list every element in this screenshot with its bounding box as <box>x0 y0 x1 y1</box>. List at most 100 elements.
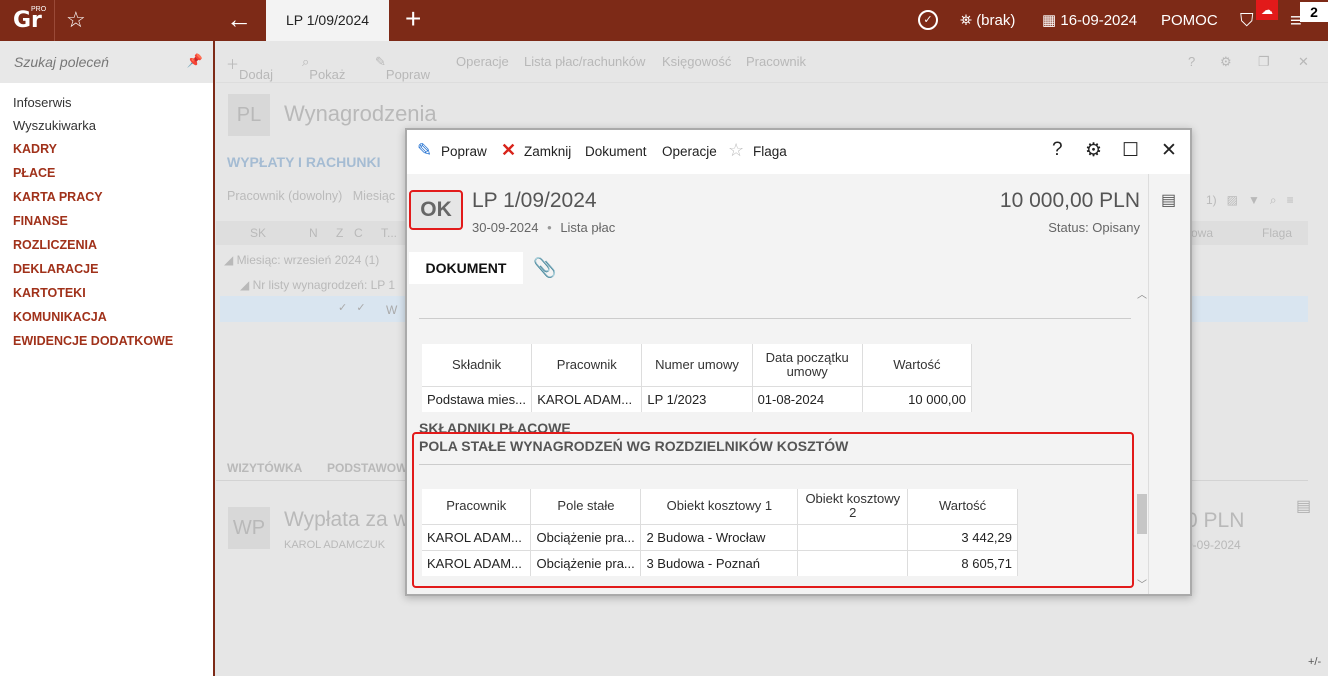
tab-wizytowka[interactable]: WIZYTÓWKA <box>227 461 302 475</box>
document-type: Lista płac <box>560 220 616 235</box>
check-icon: ✓ ✓ <box>338 302 366 314</box>
sidebar-item-finanse[interactable]: FINANSE <box>0 209 213 233</box>
payment-amount: 0 PLN <box>1186 509 1245 532</box>
cloud-off-icon[interactable]: ☁ <box>1256 0 1278 20</box>
user-icon: ⛯ <box>960 12 973 29</box>
show-button[interactable]: ⌕ Pokaż <box>302 54 345 82</box>
grid-settings-icons[interactable]: 1) ▨ ▼ ⌕ ≡ <box>1206 193 1294 208</box>
dialog-scrollbar[interactable]: ︿ ﹀ <box>1136 284 1148 594</box>
sidebar-item-karta-pracy[interactable]: KARTA PRACY <box>0 185 213 209</box>
col-z[interactable]: Z <box>336 226 343 240</box>
sidebar-item-wyszukiwarka[interactable]: Wyszukiwarka <box>0 114 213 137</box>
cell: 10 000,00 <box>862 385 973 412</box>
cell: Podstawa mies... <box>422 385 533 412</box>
section-title: WYPŁATY I RACHUNKI <box>227 154 381 170</box>
tab-podstawowe[interactable]: PODSTAWOW <box>327 461 407 475</box>
edit-button[interactable]: Popraw <box>441 144 487 159</box>
col-sk[interactable]: SK <box>250 226 266 240</box>
sidebar-item-kadry[interactable]: KADRY <box>0 137 213 161</box>
gear-icon[interactable]: ⚙ <box>1220 54 1232 70</box>
separator-dot: • <box>547 220 552 235</box>
scroll-down-icon[interactable]: ﹀ <box>1137 576 1147 591</box>
main-toolbar: ＋ Dodaj ⌕ Pokaż ✎ Popraw Operacje Lista … <box>216 41 1328 83</box>
filter-month[interactable]: Miesiąc <box>353 189 395 203</box>
table-row[interactable]: Podstawa mies... KAROL ADAM... LP 1/2023… <box>422 385 973 412</box>
document-number: LP 1/09/2024 <box>472 189 597 212</box>
scroll-up-icon[interactable]: ︿ <box>1137 286 1147 301</box>
employee-menu[interactable]: Pracownik <box>746 54 806 69</box>
command-search-input[interactable] <box>0 41 190 83</box>
logo-pro: PRO <box>31 6 47 13</box>
document-menu[interactable]: Dokument <box>585 144 647 159</box>
back-arrow-icon[interactable]: ← <box>226 4 252 35</box>
attachment-paperclip-icon[interactable]: 📎 <box>533 256 557 280</box>
favorites-star-icon[interactable]: ☆ <box>66 7 86 33</box>
comment-icon[interactable]: ▤ <box>1161 190 1176 210</box>
dialog-tabs: DOKUMENT 📎 <box>407 252 1148 284</box>
app-logo[interactable]: Gr PRO <box>0 0 55 41</box>
calendar-icon: ▦ <box>1042 12 1057 29</box>
sidebar-item-komunikacja[interactable]: KOMUNIKACJA <box>0 305 213 329</box>
user-menu[interactable]: ⛯ (brak) <box>960 0 1015 41</box>
zoom-toggle[interactable]: +/- <box>1308 656 1321 668</box>
operations-menu[interactable]: Operacje <box>662 144 717 159</box>
col-wartosc[interactable]: Wartość <box>862 344 973 386</box>
tab-dokument[interactable]: DOKUMENT <box>409 252 523 284</box>
cell: LP 1/2023 <box>641 385 753 412</box>
date-picker[interactable]: ▦ 16-09-2024 <box>1042 0 1137 41</box>
sidebar-item-place[interactable]: PŁACE <box>0 161 213 185</box>
check-circle-icon[interactable]: ✓ <box>918 10 938 30</box>
close-button[interactable]: Zamknij <box>524 144 571 159</box>
col-skladnik[interactable]: Składnik <box>422 344 533 386</box>
filter-row: Pracownik (dowolny) Miesiąc <box>227 189 395 203</box>
edit-brush-icon[interactable]: ✎ <box>417 140 432 161</box>
col-kwota[interactable]: owa <box>1191 226 1213 240</box>
pin-icon[interactable]: 📌 <box>187 53 203 69</box>
sidebar-item-kartoteki[interactable]: KARTOTEKI <box>0 281 213 305</box>
close-icon[interactable]: ✕ <box>1161 139 1177 162</box>
tree-node-list[interactable]: ◢ Nr listy wynagrodzeń: LP 1 <box>240 278 395 292</box>
payroll-lists-menu[interactable]: Lista płac/rachunków <box>524 54 645 69</box>
tree-node-month[interactable]: ◢ Miesiąc: wrzesień 2024 (1) <box>224 253 379 267</box>
command-search: 📌 <box>0 41 213 83</box>
gear-icon[interactable]: ⚙ <box>1085 139 1102 162</box>
wage-components-table: Składnik Pracownik Numer umowy Data pocz… <box>422 344 973 412</box>
sidebar-item-deklaracje[interactable]: DEKLARACJE <box>0 257 213 281</box>
cell: 01-08-2024 <box>752 385 863 412</box>
shield-question-icon[interactable]: ⛉ <box>1240 10 1254 31</box>
sidebar-item-infoserwis[interactable]: Infoserwis <box>0 91 213 114</box>
comment-icon[interactable]: ▤ <box>1296 496 1311 516</box>
highlight-frame <box>412 432 1134 588</box>
col-t[interactable]: T... <box>381 226 397 240</box>
maximize-icon[interactable]: ☐ <box>1122 139 1139 162</box>
flag-button[interactable]: Flaga <box>753 144 787 159</box>
sidebar-item-rozliczenia[interactable]: ROZLICZENIA <box>0 233 213 257</box>
help-icon[interactable]: ? <box>1188 54 1195 69</box>
operations-menu[interactable]: Operacje <box>456 54 509 69</box>
col-pracownik[interactable]: Pracownik <box>531 344 643 386</box>
help-link[interactable]: POMOC <box>1161 0 1218 41</box>
notification-badge[interactable]: 2 <box>1300 2 1328 22</box>
scroll-thumb[interactable] <box>1137 494 1147 534</box>
col-data-poczatku[interactable]: Data początku umowy <box>752 344 863 386</box>
tab-document[interactable]: LP 1/09/2024 <box>266 0 389 41</box>
restore-window-icon[interactable]: ❐ <box>1258 54 1270 70</box>
filter-employee[interactable]: Pracownik (dowolny) <box>227 189 342 203</box>
module-icon-box: PL <box>228 94 270 136</box>
close-icon[interactable]: ✕ <box>1298 54 1309 70</box>
help-icon[interactable]: ? <box>1052 139 1063 161</box>
accounting-menu[interactable]: Księgowość <box>662 54 731 69</box>
close-x-icon[interactable]: ✕ <box>501 140 516 161</box>
flag-star-icon[interactable]: ☆ <box>728 140 744 161</box>
status-ok-badge[interactable]: OK <box>409 190 463 230</box>
cell: KAROL ADAM... <box>531 385 643 412</box>
col-flaga[interactable]: Flaga <box>1262 226 1292 240</box>
col-numer-umowy[interactable]: Numer umowy <box>641 344 753 386</box>
col-n[interactable]: N <box>309 226 318 240</box>
sidebar-item-ewidencje[interactable]: EWIDENCJE DODATKOWE <box>0 329 213 353</box>
add-button[interactable]: ＋ Dodaj <box>226 54 273 82</box>
dialog-right-bar: ▤ <box>1148 174 1190 594</box>
new-tab-plus-icon[interactable]: + <box>405 3 421 35</box>
col-c[interactable]: C <box>354 226 363 240</box>
edit-button[interactable]: ✎ Popraw <box>375 54 430 82</box>
